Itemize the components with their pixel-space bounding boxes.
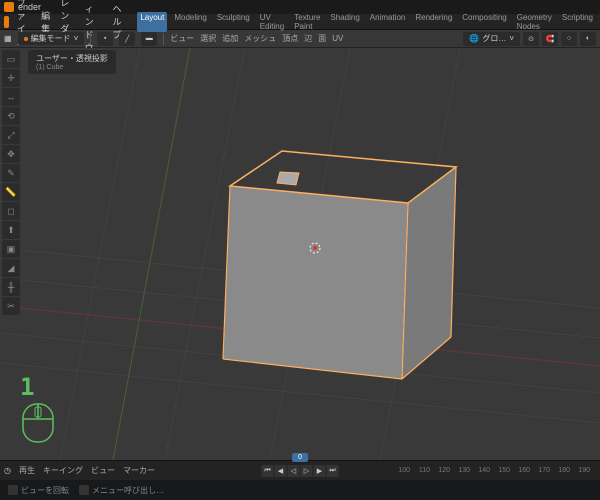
move-tool-icon[interactable]: ↔ [2,88,20,106]
mouse-icon [20,401,56,445]
status-menu-hint: メニュー呼び出し… [79,485,164,496]
editor-type-icon[interactable]: ▦ [4,34,12,43]
workspace-tab[interactable]: Animation [367,12,409,32]
timeline-view-menu[interactable]: ビュー [87,465,119,476]
mesh-menu[interactable]: メッシュ [244,33,276,44]
pivot-icon[interactable]: ⊙ [523,32,539,46]
rotate-tool-icon[interactable]: ⟲ [2,107,20,125]
add-cube-tool-icon[interactable]: ◻ [2,202,20,220]
separator [163,33,164,45]
workspace-tab[interactable]: Modeling [171,12,209,32]
knife-tool-icon[interactable]: ✂ [2,297,20,315]
snap-icon[interactable]: 🧲 [542,32,558,46]
face-menu[interactable]: 面 [318,33,326,44]
app-logo-icon [4,16,9,28]
workspace-tab[interactable]: Rendering [412,12,455,32]
blender-logo-icon [4,2,14,12]
orientation-dropdown[interactable]: 🌐 グロ… ˅ [463,32,520,46]
transform-tool-icon[interactable]: ✥ [2,145,20,163]
shading-icon[interactable]: ◐ [580,32,596,46]
cursor-tool-icon[interactable]: ✛ [2,69,20,87]
loopcut-tool-icon[interactable]: ╫ [2,278,20,296]
workspace-tab[interactable]: Scripting [559,12,596,32]
3d-viewport[interactable] [0,48,600,460]
globe-icon: 🌐 [469,34,479,43]
mode-dropdown[interactable]: 編集モード ˅ [18,32,85,45]
measure-tool-icon[interactable]: 📏 [2,183,20,201]
playback-menu[interactable]: 再生 [15,465,39,476]
chevron-down-icon: ˅ [74,34,79,43]
edge-select-icon[interactable]: ╱ [119,32,135,46]
workspace-tab[interactable]: Geometry Nodes [514,12,555,32]
menu-edit[interactable]: 編集 [39,9,52,35]
chevron-down-icon: ˅ [509,34,514,43]
face-select-icon[interactable]: ▬ [141,32,157,46]
vertex-select-icon[interactable]: ▪ [97,32,113,46]
mouse-right-icon [79,485,89,495]
status-bar: ビューを回転 メニュー呼び出し… [0,480,600,500]
add-menu[interactable]: 追加 [222,33,238,44]
proportional-icon[interactable]: ○ [561,32,577,46]
tool-shelf: ▭ ✛ ↔ ⟲ ⤢ ✥ ✎ 📏 ◻ ⬆ ▣ ◢ ╫ ✂ [2,50,22,315]
workspace-tab[interactable]: Layout [137,12,167,32]
mouse-hint-overlay: 1 [20,373,56,445]
projection-label: ユーザー・透視投影 [36,53,108,64]
workspace-tab[interactable]: UV Editing [257,12,287,32]
workspace-tab[interactable]: Shading [327,12,362,32]
object-name-label: (1) Cube [36,64,108,71]
keying-menu[interactable]: キーイング [39,465,87,476]
hint-number: 1 [20,373,56,401]
status-rotate-hint: ビューを回転 [8,485,69,496]
mouse-middle-icon [8,485,18,495]
annotate-tool-icon[interactable]: ✎ [2,164,20,182]
inset-tool-icon[interactable]: ▣ [2,240,20,258]
edit-mode-icon [24,37,28,41]
timeline-editor[interactable]: ◷ 再生 キーイング ビュー マーカー 0 ⏮ ◀ ◁ ▷ ▶ ⏭ 100 11… [0,460,600,480]
separator [90,33,91,45]
viewport-overlay-info: ユーザー・透視投影 (1) Cube [28,50,116,74]
uv-menu[interactable]: UV [332,34,343,43]
scale-tool-icon[interactable]: ⤢ [2,126,20,144]
workspace-tab[interactable]: Compositing [459,12,509,32]
cube-object[interactable] [223,151,456,379]
workspace-tab[interactable]: Texture Paint [291,12,323,32]
select-tool-icon[interactable]: ▭ [2,50,20,68]
view-menu[interactable]: ビュー [170,33,194,44]
edge-menu[interactable]: 辺 [304,33,312,44]
viewport-scene [0,48,600,460]
timeline-editor-icon[interactable]: ◷ [0,466,15,475]
workspace-tab[interactable]: Sculpting [214,12,253,32]
select-menu[interactable]: 選択 [200,33,216,44]
y-axis [113,48,190,460]
extrude-tool-icon[interactable]: ⬆ [2,221,20,239]
marker-menu[interactable]: マーカー [119,465,159,476]
bevel-tool-icon[interactable]: ◢ [2,259,20,277]
menu-window[interactable]: ウィンドウ [83,0,105,54]
timeline-ruler[interactable]: 100 110 120 130 140 150 160 170 180 190 [159,461,600,480]
main-menubar: ファイル 編集 レンダー ウィンドウ ヘルプ Layout Modeling S… [0,14,600,30]
workspace-tabs: Layout Modeling Sculpting UV Editing Tex… [137,12,596,32]
vertex-menu[interactable]: 頂点 [282,33,298,44]
